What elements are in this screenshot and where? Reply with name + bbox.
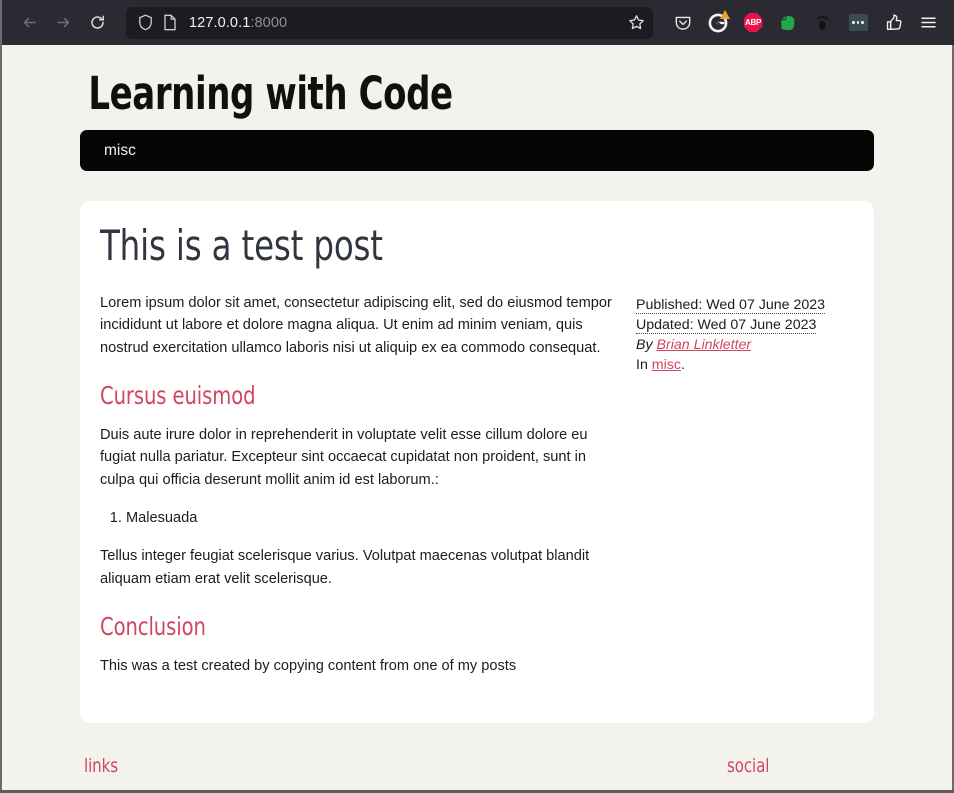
url-bar[interactable]: 127.0.0.1:8000 — [126, 6, 653, 39]
thumbs-up-icon[interactable] — [877, 7, 909, 39]
site-title: Learning with Code — [88, 67, 453, 120]
footprint-icon[interactable] — [807, 7, 839, 39]
footer-links-heading: links — [84, 755, 119, 778]
url-text[interactable]: 127.0.0.1:8000 — [187, 15, 622, 31]
page-document-icon — [163, 14, 177, 31]
page-viewport: Learning with Code misc This is a test p… — [0, 45, 954, 790]
post-ordered-list: Malesuada — [100, 507, 618, 529]
meta-period: . — [680, 357, 685, 374]
meta-published-row: Published: Wed 07 June 2023 — [636, 295, 848, 315]
grammarly-badge — [720, 9, 730, 19]
footer-social-heading: social — [727, 755, 770, 778]
browser-toolbar: 127.0.0.1:8000 ABP — [0, 0, 954, 45]
post-paragraph-3: This was a test created by copying conte… — [100, 657, 517, 674]
meta-in-label: In — [636, 357, 648, 374]
meta-author-link[interactable]: Brian Linkletter — [657, 337, 752, 353]
hamburger-menu-icon[interactable] — [912, 7, 944, 39]
meta-updated: Updated: Wed 07 June 2023 — [636, 317, 817, 335]
meta-by-label: By — [636, 337, 653, 354]
post-paragraph-1: Duis aute irure dolor in reprehenderit i… — [100, 426, 588, 488]
star-outline-icon[interactable] — [622, 14, 645, 31]
dots-box-icon[interactable] — [842, 7, 874, 39]
post-intro-paragraph: Lorem ipsum dolor sit amet, consectetur … — [100, 295, 612, 356]
evernote-icon[interactable] — [772, 7, 804, 39]
arrow-right-icon — [55, 14, 72, 31]
url-port: :8000 — [250, 14, 288, 31]
adblock-plus-icon[interactable]: ABP — [737, 7, 769, 39]
nav-link-misc[interactable]: misc — [104, 142, 136, 160]
pocket-icon[interactable] — [667, 7, 699, 39]
arrow-left-icon — [21, 14, 38, 31]
list-item: Malesuada — [126, 507, 618, 529]
browser-window: 127.0.0.1:8000 ABP Learning with Code mi… — [0, 0, 954, 793]
meta-category-link[interactable]: misc — [652, 357, 681, 373]
forward-button[interactable] — [48, 8, 78, 38]
post-metadata: Published: Wed 07 June 2023 Updated: Wed… — [636, 292, 848, 376]
back-button[interactable] — [14, 8, 44, 38]
footer-social-section: social You can add links in your config … — [705, 755, 874, 790]
meta-author-row: By Brian Linkletter — [636, 335, 848, 355]
post-body-row: Lorem ipsum dolor sit amet, consectetur … — [100, 292, 848, 693]
meta-published: Published: Wed 07 June 2023 — [636, 297, 826, 314]
toolbar-extensions: ABP — [667, 7, 944, 39]
page-footer: links Pelican Python.org Jinja2 You can … — [80, 723, 874, 790]
meta-category-row: In misc. — [636, 355, 848, 375]
shield-icon[interactable] — [138, 14, 153, 31]
grammarly-icon[interactable] — [702, 7, 734, 39]
post-heading-cursus-euismod: Cursus euismod — [100, 380, 256, 410]
site-nav: misc — [80, 130, 874, 171]
post-card: This is a test post Lorem ipsum dolor si… — [80, 201, 874, 724]
meta-updated-row: Updated: Wed 07 June 2023 — [636, 315, 848, 335]
footer-links-section: links Pelican Python.org Jinja2 You can … — [80, 755, 705, 790]
post-paragraph-2: Tellus integer feugiat scelerisque variu… — [100, 548, 590, 587]
reload-button[interactable] — [82, 8, 112, 38]
post-content: Lorem ipsum dolor sit amet, consectetur … — [100, 292, 636, 693]
post-title: This is a test post — [100, 221, 383, 270]
post-heading-conclusion: Conclusion — [100, 611, 206, 641]
reload-icon — [89, 14, 106, 31]
url-host: 127.0.0.1 — [189, 14, 251, 31]
